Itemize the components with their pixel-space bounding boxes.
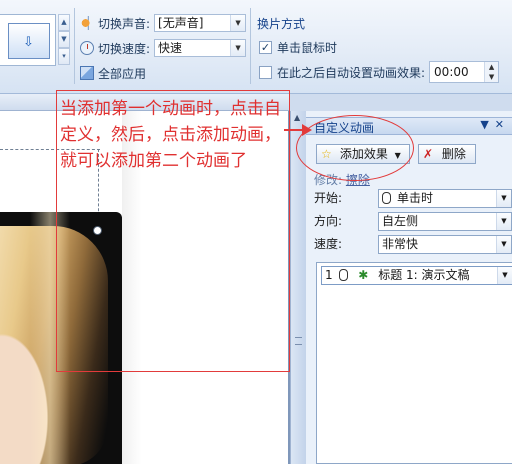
sound-icon [80,16,94,30]
transition-thumbnail[interactable]: ⇩ [8,23,50,59]
ribbon: ⇩ ▲ ▼ ▾ 切换声音: [无声音] ▼ 切换速度: 快速 ▼ 全部应用 换片… [0,0,512,94]
direction-dropdown[interactable]: 自左侧 ▼ [378,212,512,231]
gallery-down-button[interactable]: ▼ [58,31,70,48]
on-click-checkbox[interactable]: ✓ [259,40,272,54]
direction-value: 自左侧 [382,214,419,228]
on-click-option[interactable]: ✓ 单击鼠标时 [259,37,337,57]
speed-dropdown[interactable]: 快速 ▼ [154,39,247,57]
annotation-ellipse [296,115,414,181]
sound-row: 切换声音: [无声音] ▼ [80,13,247,33]
chevron-down-icon[interactable]: ▼ [497,267,512,284]
mouse-icon [382,192,391,204]
animation-name: 标题 1: 演示文稿 [378,268,470,282]
close-icon[interactable]: ✕ [495,118,510,131]
sound-value: [无声音] [158,16,204,30]
apply-all-label: 全部应用 [98,66,147,81]
sound-label: 切换声音: [98,16,151,31]
watermark-logo: Bai 经验 jingyan.baidu.com [394,410,478,444]
chevron-down-icon: ▼ [230,40,246,56]
apply-all-icon [80,66,94,80]
advance-group-title: 换片方式 [257,16,306,31]
auto-after-time-input[interactable]: 00:00 ▲ ▼ [429,61,500,83]
auto-after-label: 在此之后自动设置动画效果: [277,65,426,80]
annotation-text: 当添加第一个动画时，点击自定义，然后，点击添加动画，就可以添加第二个动画了 [60,99,281,171]
chevron-down-icon: ▼ [496,190,511,207]
gallery-up-button[interactable]: ▲ [58,14,70,31]
chevron-down-icon: ▼ [496,236,511,253]
spinner-buttons[interactable]: ▲ ▼ [484,62,499,82]
start-value: 单击时 [397,191,434,205]
sound-dropdown[interactable]: [无声音] ▼ [154,14,247,32]
start-label: 开始: [314,191,343,205]
delete-label: 删除 [441,147,466,161]
ribbon-separator [250,8,251,84]
start-dropdown[interactable]: 单击时 ▼ [378,189,512,208]
splitter-grip[interactable] [295,337,302,345]
pane-controls: ▼✕ [480,118,510,131]
entrance-effect-icon: ✱ [358,268,369,282]
mouse-icon [339,269,349,281]
auto-after-checkbox[interactable] [259,65,272,79]
speed-dropdown[interactable]: 非常快 ▼ [378,235,512,254]
speed-row: 切换速度: 快速 ▼ [80,38,247,58]
speed-value: 快速 [158,41,183,55]
watermark-url: jingyan.baidu.com [394,434,478,444]
speed-label: 切换速度: [98,41,151,56]
ribbon-separator [74,8,75,84]
delete-icon: ✗ [423,147,434,161]
speed-label: 速度: [314,237,343,251]
scroll-up-icon[interactable]: ▲ [294,113,300,122]
annotation-arrow [284,124,312,136]
speed-value: 非常快 [382,237,419,251]
direction-label: 方向: [314,214,343,228]
watermark-text: Bai 经验 [394,414,466,435]
auto-after-option: 在此之后自动设置动画效果: 00:00 ▲ ▼ [259,61,500,83]
apply-all-button[interactable]: 全部应用 [80,63,146,83]
list-item[interactable]: 1 ✱ 标题 1: 演示文稿 ▼ [321,266,512,285]
gallery-scroll[interactable]: ▲ ▼ ▾ [58,14,70,66]
auto-after-value: 00:00 [434,65,469,79]
on-click-label: 单击鼠标时 [277,40,338,55]
gallery-more-button[interactable]: ▾ [58,48,70,65]
transition-gallery[interactable]: ⇩ [0,14,56,66]
chevron-down-icon: ▼ [496,213,511,230]
delete-button[interactable]: ✗ 删除 [418,144,476,164]
down-arrow-icon: ⇩ [23,35,34,50]
animation-order: 1 [325,268,333,282]
pane-menu-icon[interactable]: ▼ [480,118,494,131]
speed-icon [80,41,94,55]
chevron-down-icon: ▼ [230,15,246,31]
